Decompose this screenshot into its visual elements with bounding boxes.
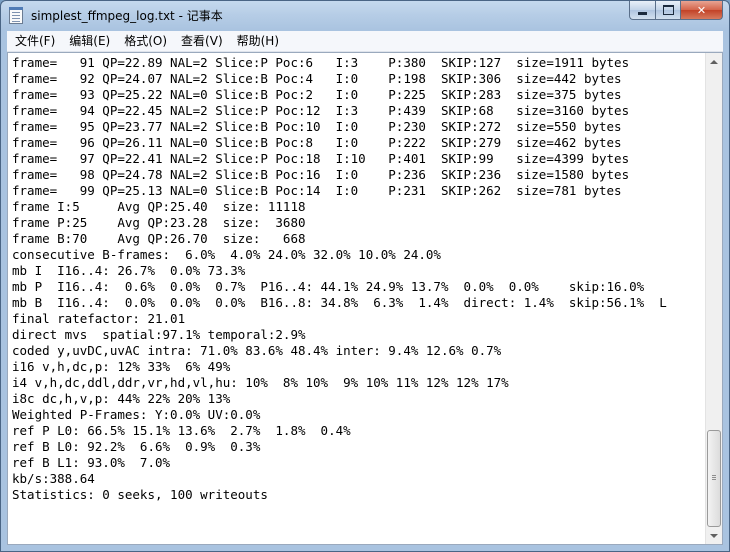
menu-format[interactable]: 格式(O): [118, 32, 173, 50]
menu-file[interactable]: 文件(F): [9, 32, 61, 50]
maximize-button[interactable]: [655, 1, 680, 20]
log-text[interactable]: frame= 91 QP=22.89 NAL=2 Slice:P Poc:6 I…: [12, 55, 705, 503]
grip-icon: [712, 475, 716, 476]
title-bar[interactable]: simplest_ffmpeg_log.txt - 记事本 ✕: [1, 1, 729, 30]
menu-view[interactable]: 查看(V): [175, 32, 229, 50]
notepad-window: simplest_ffmpeg_log.txt - 记事本 ✕ 文件(F) 编辑…: [0, 0, 730, 552]
scroll-up-button[interactable]: [706, 53, 722, 70]
notepad-icon[interactable]: [9, 7, 23, 24]
editor-area: frame= 91 QP=22.89 NAL=2 Slice:P Poc:6 I…: [7, 52, 723, 545]
window-title: simplest_ffmpeg_log.txt - 记事本: [31, 9, 223, 23]
maximize-icon: [662, 5, 674, 15]
text-area[interactable]: frame= 91 QP=22.89 NAL=2 Slice:P Poc:6 I…: [8, 53, 705, 544]
close-button[interactable]: ✕: [680, 1, 723, 20]
minimize-icon: [638, 12, 647, 15]
arrow-down-icon: [710, 533, 718, 538]
menu-help[interactable]: 帮助(H): [231, 32, 285, 50]
menu-edit[interactable]: 编辑(E): [63, 32, 116, 50]
scroll-down-button[interactable]: [706, 527, 722, 544]
menu-bar: 文件(F) 编辑(E) 格式(O) 查看(V) 帮助(H): [7, 31, 723, 52]
minimize-button[interactable]: [629, 1, 655, 20]
caption-buttons: ✕: [629, 1, 723, 21]
close-icon: ✕: [696, 3, 707, 17]
vertical-scrollbar[interactable]: [705, 53, 722, 544]
arrow-up-icon: [710, 59, 718, 64]
scrollbar-thumb[interactable]: [707, 430, 721, 527]
